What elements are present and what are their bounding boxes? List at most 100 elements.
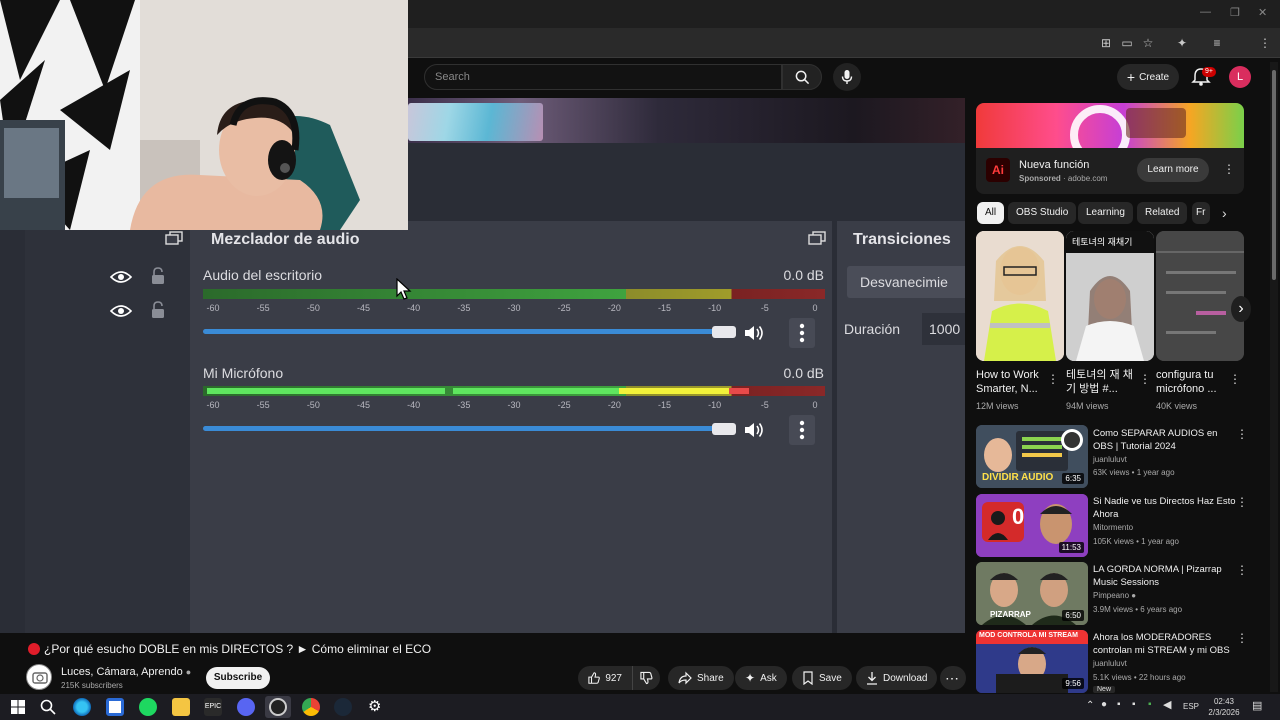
volume-slider-track[interactable]: [203, 329, 725, 334]
chip-fr[interactable]: Fr: [1192, 202, 1210, 224]
create-button[interactable]: + Create: [1117, 64, 1179, 90]
browser-menu-icon[interactable]: ⋮: [1258, 36, 1272, 50]
windows-start-icon[interactable]: [9, 698, 27, 716]
eye-icon[interactable]: [110, 270, 132, 284]
chip-learning[interactable]: Learning: [1078, 202, 1133, 224]
spotify-icon[interactable]: [139, 698, 157, 716]
channel-avatar[interactable]: [26, 664, 52, 690]
cast-icon[interactable]: ▭: [1120, 36, 1134, 50]
chip-obs-studio[interactable]: OBS Studio: [1008, 202, 1077, 224]
channel-options-button[interactable]: [789, 318, 815, 348]
edge-icon[interactable]: [73, 698, 91, 716]
search-button[interactable]: [782, 64, 822, 90]
download-button[interactable]: Download: [856, 666, 938, 690]
chip-related[interactable]: Related: [1137, 202, 1188, 224]
tray-mic-icon[interactable]: ●: [1101, 699, 1107, 710]
recommendation-thumbnail[interactable]: PIZARRAP 6:50: [976, 562, 1088, 625]
recommendation-thumbnail[interactable]: 0 11:53: [976, 494, 1088, 557]
notification-center-icon[interactable]: ▤: [1252, 699, 1262, 712]
tray-app-icon[interactable]: ▪: [1117, 699, 1121, 710]
short-title[interactable]: 테토녀의 재 채기 방법 #...: [1066, 368, 1142, 396]
voice-search-button[interactable]: [833, 63, 861, 91]
chevron-right-icon[interactable]: ›: [1222, 205, 1227, 221]
more-actions-button[interactable]: ⋯: [940, 666, 966, 690]
shorts-next-arrow-icon[interactable]: ›: [1231, 296, 1251, 322]
recommendation-title[interactable]: Como SEPARAR AUDIOS en OBS | Tutorial 20…: [1093, 427, 1239, 453]
recommendation-menu-icon[interactable]: ⋮: [1236, 631, 1248, 645]
short-title[interactable]: configura tu micrófono ...: [1156, 368, 1232, 396]
bookmark-star-icon[interactable]: ☆: [1141, 36, 1155, 50]
share-button[interactable]: Share: [668, 666, 734, 690]
short-thumbnail-image: [1156, 231, 1244, 361]
eye-icon[interactable]: [110, 304, 132, 318]
obs-icon[interactable]: [269, 698, 287, 716]
subscribe-button[interactable]: Subscribe: [206, 667, 270, 689]
short-menu-icon[interactable]: ⋮: [1229, 372, 1241, 386]
tray-chevron-icon[interactable]: ⌃: [1086, 700, 1094, 711]
short-menu-icon[interactable]: ⋮: [1047, 372, 1059, 386]
ad-banner-image[interactable]: [976, 103, 1244, 165]
store-icon[interactable]: [106, 698, 124, 716]
short-thumbnail[interactable]: 테토녀의 재채기: [1066, 231, 1154, 361]
search-input[interactable]: Search: [424, 64, 782, 90]
minimize-icon[interactable]: —: [1200, 6, 1211, 18]
dislike-button[interactable]: [632, 666, 660, 690]
discord-icon[interactable]: [237, 698, 255, 716]
lock-icon[interactable]: [150, 267, 166, 285]
like-button[interactable]: 927: [578, 666, 632, 690]
volume-slider-thumb[interactable]: [712, 423, 736, 435]
recommendation-thumbnail[interactable]: MOD CONTROLA MI STREAM 9:56: [976, 630, 1088, 693]
volume-slider-track[interactable]: [203, 426, 725, 431]
ad-menu-icon[interactable]: ⋮: [1223, 162, 1235, 176]
settings-gear-icon[interactable]: ⚙: [368, 697, 381, 715]
clock[interactable]: 02:43 2/3/2026: [1204, 696, 1244, 718]
chrome-icon[interactable]: [302, 698, 320, 716]
chip-all[interactable]: All: [977, 202, 1005, 224]
volume-slider-thumb[interactable]: [712, 326, 736, 338]
recommendation-menu-icon[interactable]: ⋮: [1236, 563, 1248, 577]
epic-games-icon[interactable]: EPIC: [204, 698, 222, 716]
recommendation-menu-icon[interactable]: ⋮: [1236, 495, 1248, 509]
save-button[interactable]: Save: [792, 666, 852, 690]
account-avatar[interactable]: L: [1229, 66, 1251, 88]
speaker-icon[interactable]: [743, 421, 765, 439]
channel-options-button[interactable]: [789, 415, 815, 445]
short-menu-icon[interactable]: ⋮: [1139, 372, 1151, 386]
translate-icon[interactable]: ⊞: [1099, 36, 1113, 50]
recommendation-title[interactable]: LA GORDA NORMA | Pizarrap Music Sessions: [1093, 563, 1239, 589]
dock-undock-icon[interactable]: [165, 231, 183, 245]
transition-select[interactable]: Desvanecimie: [847, 266, 965, 298]
short-thumbnail[interactable]: [1156, 231, 1244, 361]
duration-input[interactable]: 1000: [922, 313, 965, 345]
reading-list-icon[interactable]: ≡: [1210, 36, 1224, 50]
ask-button[interactable]: ✦ Ask: [735, 666, 787, 690]
steam-icon[interactable]: [334, 698, 352, 716]
extensions-icon[interactable]: ✦: [1175, 36, 1189, 50]
short-title[interactable]: How to Work Smarter, N...: [976, 368, 1052, 396]
volume-icon[interactable]: ◀: [1163, 698, 1171, 711]
recommendation-channel[interactable]: juanluluvt: [1093, 455, 1127, 464]
recommendation-channel[interactable]: juanluluvt: [1093, 659, 1127, 668]
channel-name[interactable]: Luces, Cámara, Aprendo ●: [61, 666, 191, 678]
recommendation-title[interactable]: Si Nadie ve tus Directos Haz Esto Ahora: [1093, 495, 1239, 521]
tray-app-icon[interactable]: ▪: [1148, 699, 1152, 710]
close-icon[interactable]: ✕: [1258, 6, 1267, 19]
tray-app-icon[interactable]: ▪: [1132, 699, 1136, 710]
meter-tick-label: -5: [760, 303, 769, 313]
recommendation-channel[interactable]: Mitormento: [1093, 523, 1133, 532]
dock-undock-icon[interactable]: [808, 231, 826, 245]
lock-icon[interactable]: [150, 301, 166, 319]
scrollbar-thumb[interactable]: [1272, 70, 1276, 280]
language-indicator[interactable]: ESP: [1183, 702, 1199, 711]
speaker-icon[interactable]: [743, 324, 765, 342]
file-explorer-icon[interactable]: [172, 698, 190, 716]
recommendation-menu-icon[interactable]: ⋮: [1236, 427, 1248, 441]
learn-more-button[interactable]: Learn more: [1137, 158, 1209, 182]
recommendation-thumbnail[interactable]: DIVIDIR AUDIO 6:35: [976, 425, 1088, 488]
maximize-icon[interactable]: ❐: [1230, 6, 1240, 19]
recommendation-title[interactable]: Ahora los MODERADORES controlan mi STREA…: [1093, 631, 1239, 657]
search-icon[interactable]: [39, 698, 57, 716]
short-thumbnail[interactable]: [976, 231, 1064, 361]
video-duration: 9:56: [1062, 678, 1084, 689]
recommendation-channel[interactable]: Pimpeano ●: [1093, 591, 1136, 600]
